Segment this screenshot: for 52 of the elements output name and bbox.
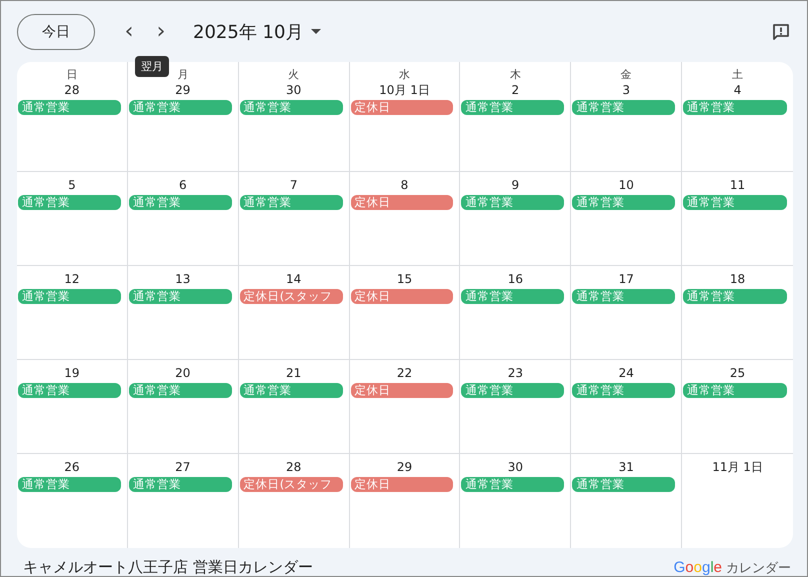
weekday-label: 土 bbox=[732, 67, 744, 82]
date-number[interactable]: 8 bbox=[400, 177, 408, 193]
next-month-button[interactable]: › bbox=[149, 18, 173, 46]
calendar-name: キャメルオート八王子店 営業日カレンダー bbox=[23, 558, 313, 576]
date-number[interactable]: 26 bbox=[64, 459, 80, 475]
date-number[interactable]: 10月 1日 bbox=[379, 82, 430, 98]
date-number[interactable]: 19 bbox=[64, 365, 80, 381]
date-number[interactable]: 22 bbox=[396, 365, 412, 381]
date-number[interactable]: 29 bbox=[175, 82, 190, 98]
date-number[interactable]: 9 bbox=[512, 177, 520, 193]
date-number[interactable]: 11 bbox=[730, 177, 746, 193]
logo-caption[interactable]: カレンダー bbox=[726, 559, 791, 576]
date-number[interactable]: 18 bbox=[730, 271, 746, 287]
date-number[interactable]: 23 bbox=[508, 365, 523, 381]
date-number[interactable]: 11月 1日 bbox=[712, 459, 763, 475]
date-number[interactable]: 10 bbox=[618, 177, 634, 193]
date-number[interactable]: 24 bbox=[618, 365, 634, 381]
date-number[interactable]: 29 bbox=[396, 459, 412, 475]
date-number[interactable]: 5 bbox=[68, 177, 76, 193]
weekday-label: 日 bbox=[66, 67, 78, 82]
weekday-label: 金 bbox=[620, 67, 632, 82]
date-number[interactable]: 27 bbox=[175, 459, 190, 475]
feedback-icon[interactable] bbox=[771, 22, 791, 42]
today-button[interactable]: 今日 bbox=[17, 14, 95, 50]
date-number[interactable]: 30 bbox=[508, 459, 523, 475]
date-number[interactable]: 6 bbox=[178, 177, 187, 193]
date-number[interactable]: 20 bbox=[175, 365, 190, 381]
date-number[interactable]: 2 bbox=[512, 82, 520, 98]
date-number[interactable]: 16 bbox=[508, 271, 523, 287]
date-number[interactable]: 17 bbox=[618, 271, 634, 287]
month-dropdown[interactable]: 2025年 10月 bbox=[193, 20, 322, 44]
date-number[interactable]: 28 bbox=[286, 459, 302, 475]
date-number[interactable]: 13 bbox=[175, 271, 190, 287]
date-number[interactable]: 31 bbox=[618, 459, 634, 475]
date-number[interactable]: 14 bbox=[286, 271, 302, 287]
weekday-label: 月 bbox=[177, 67, 188, 82]
tooltip: 翌月 bbox=[135, 56, 169, 76]
date-number[interactable]: 25 bbox=[730, 365, 746, 381]
previous-month-button[interactable]: ‹ bbox=[117, 18, 141, 46]
date-number[interactable]: 3 bbox=[622, 82, 630, 98]
date-number[interactable]: 30 bbox=[286, 82, 302, 98]
date-number[interactable]: 21 bbox=[286, 365, 302, 381]
date-number[interactable]: 28 bbox=[64, 82, 80, 98]
date-number[interactable]: 7 bbox=[290, 177, 298, 193]
date-number[interactable]: 12 bbox=[64, 271, 80, 287]
date-number[interactable]: 15 bbox=[396, 271, 412, 287]
google-logo[interactable]: Google bbox=[674, 559, 722, 576]
weekday-label: 木 bbox=[510, 67, 521, 82]
weekday-label: 火 bbox=[288, 67, 300, 82]
caret-icon bbox=[311, 29, 322, 34]
weekday-label: 水 bbox=[398, 67, 410, 82]
date-number[interactable]: 4 bbox=[734, 82, 742, 98]
